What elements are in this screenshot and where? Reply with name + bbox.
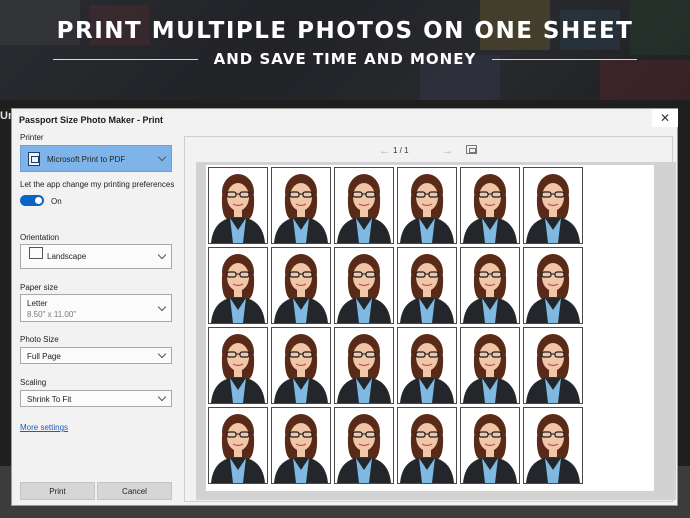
close-button[interactable]: ✕: [652, 109, 678, 127]
chevron-down-icon: [157, 302, 167, 312]
passport-photo: [460, 167, 520, 244]
landscape-icon: [29, 247, 43, 259]
chevron-down-icon: [157, 392, 167, 402]
preview-scroll-area[interactable]: [196, 162, 676, 500]
printer-label: Printer: [20, 133, 44, 142]
dialog-title: Passport Size Photo Maker - Print: [19, 115, 164, 125]
chevron-down-icon: [157, 250, 167, 260]
print-dialog: Passport Size Photo Maker - Print ✕ Prin…: [11, 108, 678, 506]
toggle-state-label: On: [51, 197, 62, 206]
printer-select[interactable]: Microsoft Print to PDF: [20, 145, 172, 172]
photo-size-label: Photo Size: [20, 335, 59, 344]
passport-photo: [271, 247, 331, 324]
paper-size-value: Letter: [27, 299, 48, 308]
passport-photo: [334, 327, 394, 404]
subline-rule-right: [492, 58, 638, 60]
passport-photo: [271, 167, 331, 244]
preferences-toggle[interactable]: [20, 195, 44, 206]
passport-photo: [208, 167, 268, 244]
passport-photo: [271, 407, 331, 484]
more-settings-link[interactable]: More settings: [20, 423, 68, 432]
promo-banner: PRINT MULTIPLE PHOTOS ON ONE SHEET AND S…: [0, 0, 690, 100]
passport-photo: [523, 327, 583, 404]
passport-photo: [208, 247, 268, 324]
close-icon: ✕: [659, 111, 671, 125]
printer-icon: [28, 152, 40, 166]
scaling-value: Shrink To Fit: [27, 395, 72, 404]
print-preview: ← 1 / 1 →: [184, 136, 676, 502]
passport-photo: [460, 407, 520, 484]
paper-size-select[interactable]: Letter 8.50" x 11.00": [20, 294, 172, 322]
scaling-select[interactable]: Shrink To Fit: [20, 390, 172, 407]
passport-photo: [397, 327, 457, 404]
orientation-label: Orientation: [20, 233, 60, 242]
passport-photo: [523, 247, 583, 324]
orientation-select[interactable]: Landscape: [20, 244, 172, 269]
passport-photo: [208, 327, 268, 404]
orientation-value: Landscape: [47, 252, 87, 261]
printer-value: Microsoft Print to PDF: [47, 155, 126, 164]
fit-page-icon[interactable]: [466, 145, 477, 154]
passport-photo: [460, 247, 520, 324]
passport-photo: [208, 407, 268, 484]
print-button[interactable]: Print: [20, 482, 95, 500]
passport-photo: [397, 407, 457, 484]
cancel-button[interactable]: Cancel: [97, 482, 172, 500]
subline-rule-left: [52, 58, 198, 60]
promo-subline-row: AND SAVE TIME AND MONEY: [0, 49, 690, 69]
passport-photo: [523, 407, 583, 484]
passport-photo: [460, 327, 520, 404]
passport-photo: [397, 247, 457, 324]
paper-size-dimensions: 8.50" x 11.00": [27, 310, 77, 319]
next-page-icon[interactable]: →: [442, 145, 453, 157]
preview-page: [206, 165, 654, 491]
photo-size-select[interactable]: Full Page: [20, 347, 172, 364]
passport-photo: [334, 247, 394, 324]
page-indicator: 1 / 1: [393, 146, 409, 155]
chevron-down-icon: [157, 152, 167, 162]
previous-page-icon[interactable]: ←: [379, 145, 390, 157]
chevron-down-icon: [157, 349, 167, 359]
promo-headline: PRINT MULTIPLE PHOTOS ON ONE SHEET: [56, 18, 634, 44]
preferences-label: Let the app change my printing preferenc…: [20, 180, 175, 189]
promo-subline: AND SAVE TIME AND MONEY: [213, 50, 477, 68]
passport-photo: [523, 167, 583, 244]
paper-size-label: Paper size: [20, 283, 58, 292]
toggle-knob: [35, 197, 42, 204]
passport-photo: [334, 407, 394, 484]
passport-photo: [271, 327, 331, 404]
passport-photo: [397, 167, 457, 244]
scaling-label: Scaling: [20, 378, 47, 387]
passport-photo: [334, 167, 394, 244]
photo-size-value: Full Page: [27, 352, 61, 361]
